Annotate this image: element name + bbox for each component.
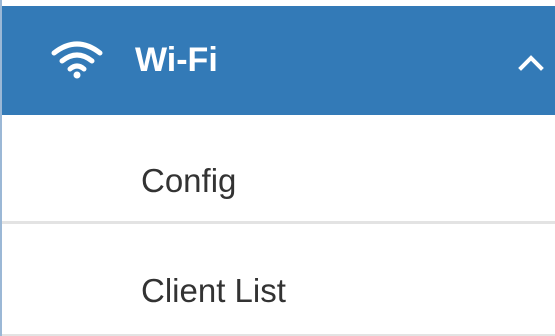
menu-item-label: Client List [141,272,286,309]
menu-item-label: Config [141,162,237,199]
menu-item-client-list[interactable]: Client List [2,226,555,332]
menu-title: Wi-Fi [135,41,218,79]
chevron-up-icon[interactable] [518,52,544,72]
menu-item-config[interactable]: Config [2,118,555,224]
wifi-menu-header[interactable]: Wi-Fi [2,6,555,115]
wifi-icon [51,41,103,79]
sidebar-menu: Wi-Fi Config Client List [0,0,555,336]
